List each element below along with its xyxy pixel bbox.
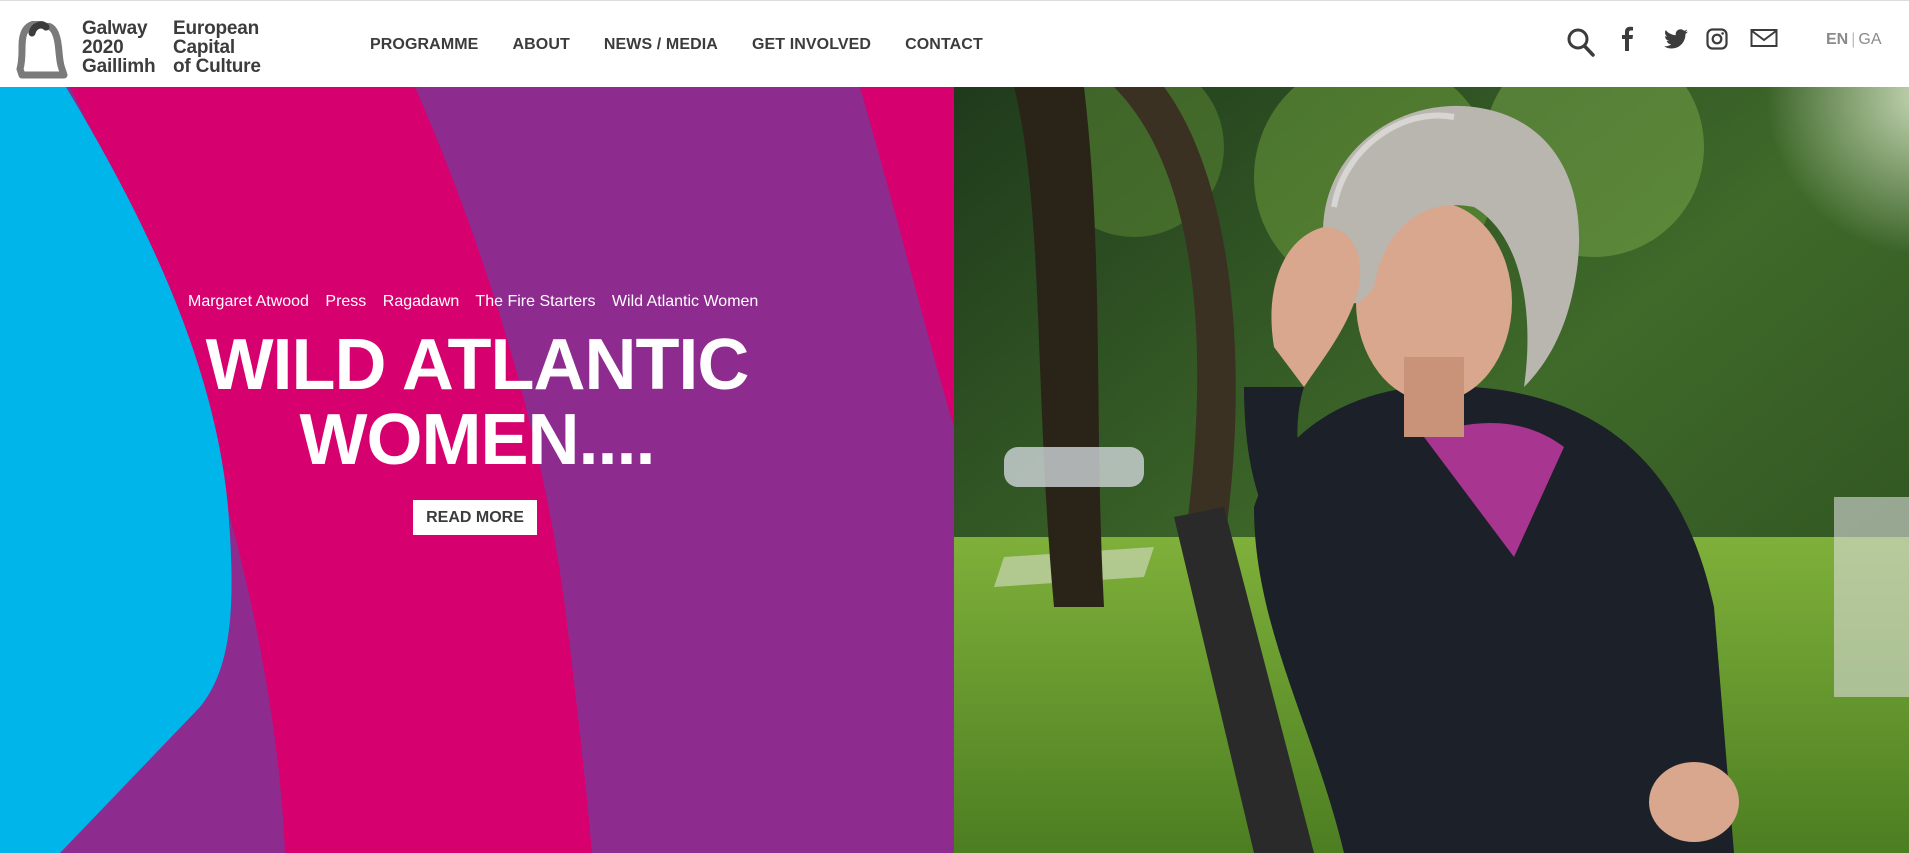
logo-text-galway: Galway 2020 Gaillimh [82, 18, 156, 77]
twitter-icon[interactable] [1663, 25, 1689, 59]
hero-tag-list: Margaret Atwood Press Ragadawn The Fire … [188, 293, 770, 311]
tag-margaret-atwood[interactable]: Margaret Atwood [188, 293, 309, 310]
site-header: Galway 2020 Gaillimh European Capital of… [0, 0, 1909, 87]
facebook-icon[interactable] [1618, 25, 1636, 59]
tag-the-fire-starters[interactable]: The Fire Starters [475, 293, 595, 310]
language-separator: | [1851, 31, 1856, 48]
search-icon[interactable] [1566, 25, 1596, 59]
nav-item-programme[interactable]: PROGRAMME [370, 36, 478, 54]
hero-graphic-panel: Margaret Atwood Press Ragadawn The Fire … [0, 87, 954, 853]
language-en[interactable]: EN [1826, 31, 1848, 48]
tag-wild-atlantic-women[interactable]: Wild Atlantic Women [612, 293, 758, 310]
nav-item-news-media[interactable]: NEWS / MEDIA [604, 36, 718, 54]
language-switcher: EN | GA [1826, 31, 1882, 49]
main-nav: PROGRAMME ABOUT NEWS / MEDIA GET INVOLVE… [370, 36, 1017, 54]
hero-photo-woman-on-bench [954, 87, 1909, 853]
instagram-icon[interactable] [1705, 25, 1729, 59]
logo-line-2020: 2020 [82, 37, 124, 58]
read-more-button[interactable]: READ MORE [413, 500, 537, 535]
hero-banner: Margaret Atwood Press Ragadawn The Fire … [0, 87, 1909, 853]
galway-2020-logo[interactable]: Galway 2020 Gaillimh European Capital of… [16, 19, 276, 79]
portrait-photo-illustration [954, 87, 1909, 853]
hero-headline-line-1: WILD ATLANTIC [205, 325, 750, 405]
heart-logo-icon [16, 21, 68, 79]
hero-headline-line-2: WOMEN.... [299, 400, 656, 480]
nav-item-get-involved[interactable]: GET INVOLVED [752, 36, 871, 54]
logo-line-capital: Capital [173, 37, 235, 58]
nav-item-contact[interactable]: CONTACT [905, 36, 983, 54]
tag-ragadawn[interactable]: Ragadawn [383, 293, 460, 310]
nav-item-about[interactable]: ABOUT [512, 36, 569, 54]
logo-text-capital-of-culture: European Capital of Culture [173, 19, 261, 76]
tag-press[interactable]: Press [325, 293, 366, 310]
logo-line-gaillimh: Gaillimh [82, 56, 156, 77]
language-ga[interactable]: GA [1858, 31, 1881, 48]
logo-line-european: European [173, 18, 260, 39]
mail-icon[interactable] [1750, 25, 1778, 59]
logo-line-galway: Galway [82, 18, 148, 39]
logo-line-of-culture: of Culture [173, 56, 261, 77]
